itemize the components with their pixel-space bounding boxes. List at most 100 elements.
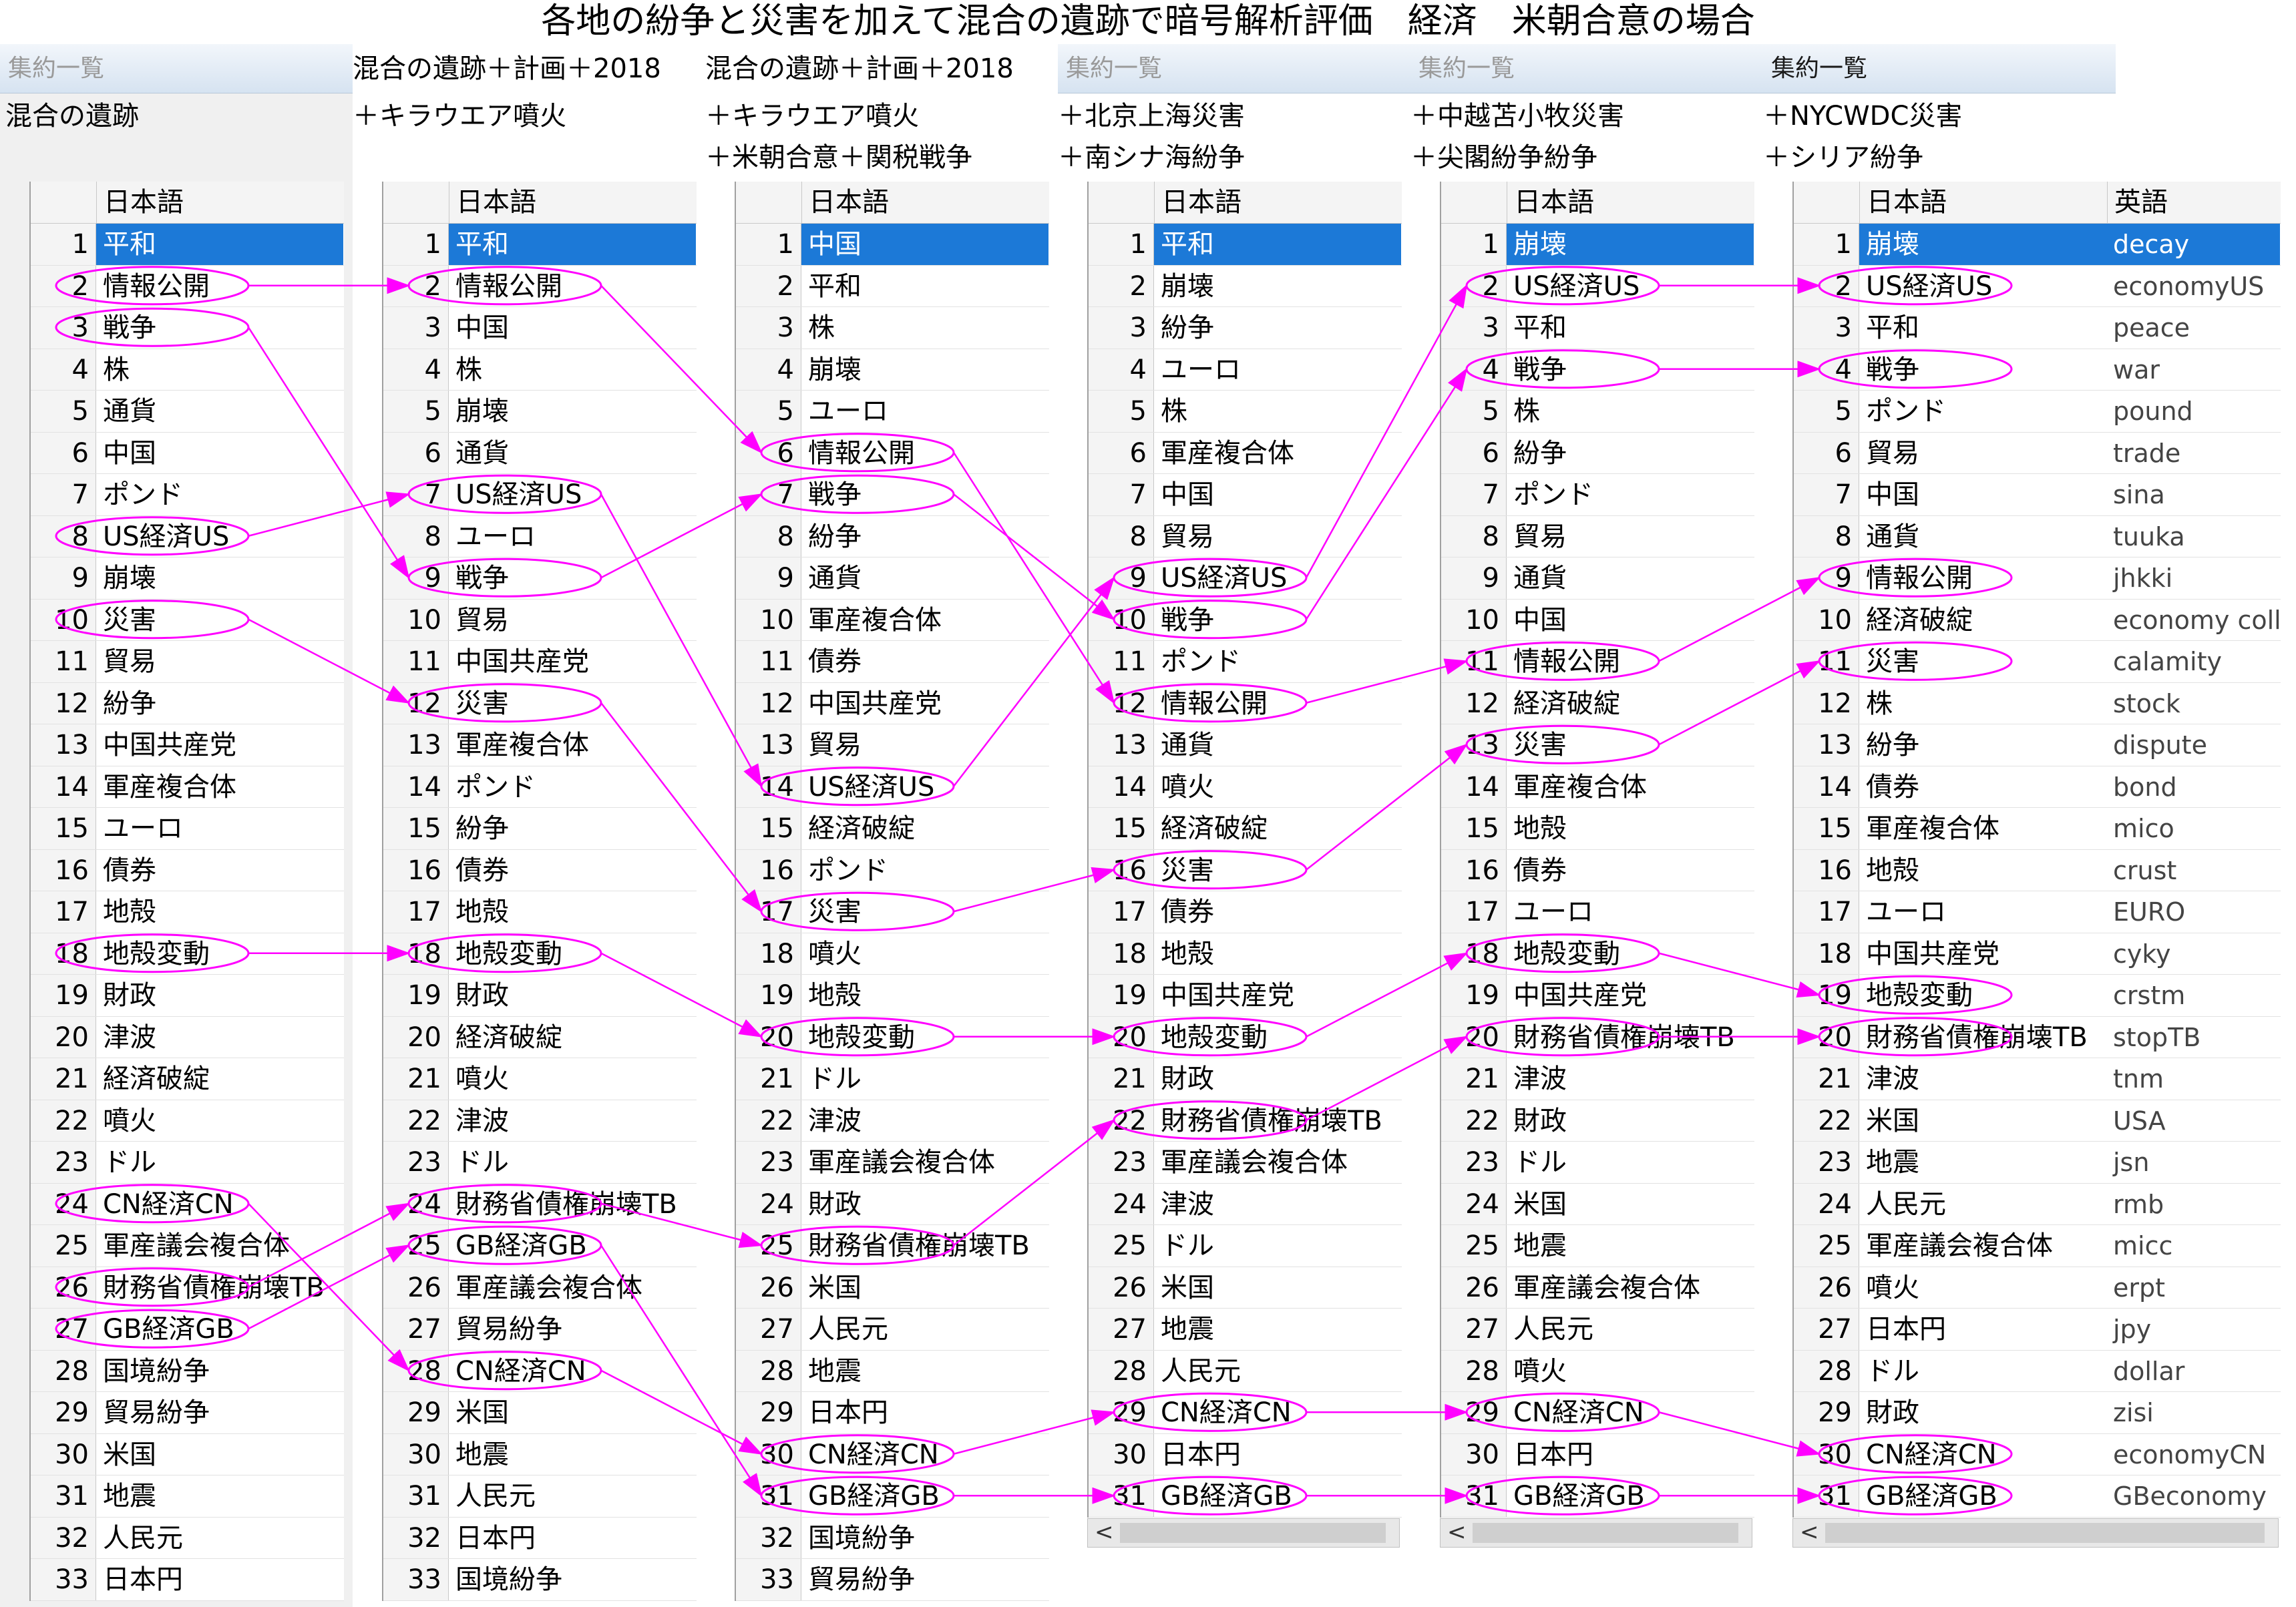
japanese-word-cell[interactable]: 貿易: [1859, 433, 2106, 474]
japanese-word-cell[interactable]: US経済US: [801, 766, 1048, 808]
japanese-word-cell[interactable]: 財務省債権崩壊TB: [1859, 1017, 2106, 1058]
table-row[interactable]: 10 貿易: [383, 599, 697, 641]
table-row[interactable]: 27 貿易紛争: [383, 1309, 697, 1351]
table-row[interactable]: 24 米国: [1441, 1183, 1754, 1225]
table-row[interactable]: 12 情報公開: [1089, 682, 1402, 724]
table-row[interactable]: 8 貿易: [1441, 515, 1754, 557]
japanese-word-cell[interactable]: ユーロ: [96, 808, 343, 849]
japanese-word-cell[interactable]: 貿易: [801, 724, 1048, 766]
japanese-word-cell[interactable]: 経済破綻: [1859, 600, 2106, 641]
japanese-word-cell[interactable]: 情報公開: [1507, 641, 1754, 682]
japanese-word-cell[interactable]: 津波: [1859, 1058, 2106, 1100]
japanese-word-cell[interactable]: 紛争: [96, 683, 343, 724]
japanese-word-cell[interactable]: 地殻: [1154, 933, 1401, 975]
table-row[interactable]: 15 経済破綻: [1089, 808, 1402, 850]
japanese-word-cell[interactable]: ポンド: [449, 766, 696, 808]
japanese-word-cell[interactable]: GB経済GB: [449, 1225, 696, 1267]
english-word-cell[interactable]: economyCN: [2106, 1434, 2280, 1475]
table-row[interactable]: 26 財務省債権崩壊TB: [31, 1267, 344, 1309]
table-row[interactable]: 20 財務省債権崩壊TB stopTB: [1794, 1016, 2281, 1058]
japanese-word-cell[interactable]: 貿易: [449, 600, 696, 641]
japanese-word-cell[interactable]: 紛争: [449, 808, 696, 849]
japanese-word-cell[interactable]: 国境紛争: [801, 1518, 1048, 1559]
japanese-word-cell[interactable]: 通貨: [1154, 724, 1401, 766]
table-row[interactable]: 27 人民元: [1441, 1309, 1754, 1351]
japanese-word-cell[interactable]: 地震: [801, 1351, 1048, 1392]
table-row[interactable]: 30 日本円: [1089, 1433, 1402, 1475]
english-word-cell[interactable]: erpt: [2106, 1267, 2280, 1309]
column-header-japanese[interactable]: 日本語: [97, 182, 344, 223]
table-row[interactable]: 21 噴火: [383, 1058, 697, 1100]
table-row[interactable]: 32 国境紛争: [736, 1517, 1049, 1559]
word-table[interactable]: 日本語 1 崩壊 2 US経済US 3 平和 4 戦争 5 株 6 紛争 7 ポンド 8 貿易 9 通貨 10 中国 11…: [1440, 182, 1754, 1518]
table-row[interactable]: 21 津波: [1441, 1058, 1754, 1100]
word-table[interactable]: 日本語 1 平和 2 崩壊 3 紛争 4 ユーロ 5 株 6 軍産複合体 7 中国 8 貿易 9 US経済US 10 戦…: [1087, 182, 1402, 1518]
japanese-word-cell[interactable]: 日本円: [1859, 1309, 2106, 1350]
table-row[interactable]: 11 債券: [736, 641, 1049, 683]
table-row[interactable]: 4 戦争: [1441, 349, 1754, 391]
japanese-word-cell[interactable]: 軍産複合体: [1154, 433, 1401, 474]
table-row[interactable]: 18 地殻変動: [1441, 933, 1754, 975]
japanese-word-cell[interactable]: 中国共産党: [1507, 975, 1754, 1016]
table-row[interactable]: 1 平和: [1089, 224, 1402, 266]
japanese-word-cell[interactable]: 紛争: [801, 516, 1048, 557]
table-row[interactable]: 13 災害: [1441, 724, 1754, 766]
table-row[interactable]: 26 軍産議会複合体: [383, 1267, 697, 1309]
japanese-word-cell[interactable]: 中国共産党: [449, 641, 696, 682]
japanese-word-cell[interactable]: 平和: [449, 224, 696, 265]
japanese-word-cell[interactable]: 地殻変動: [1154, 1017, 1401, 1058]
table-row[interactable]: 21 財政: [1089, 1058, 1402, 1100]
table-row[interactable]: 5 ユーロ: [736, 391, 1049, 433]
table-row[interactable]: 6 中国: [31, 432, 344, 474]
table-row[interactable]: 5株: [1441, 391, 1754, 433]
english-word-cell[interactable]: jhkki: [2106, 557, 2280, 599]
table-row[interactable]: 13 中国共産党: [31, 724, 344, 766]
japanese-word-cell[interactable]: 人民元: [1507, 1309, 1754, 1350]
japanese-word-cell[interactable]: 経済破綻: [1507, 683, 1754, 724]
japanese-word-cell[interactable]: 情報公開: [1859, 557, 2106, 599]
japanese-word-cell[interactable]: CN経済CN: [801, 1434, 1048, 1475]
table-row[interactable]: 18 地殻変動: [383, 933, 697, 975]
japanese-word-cell[interactable]: 貿易: [1154, 516, 1401, 557]
japanese-word-cell[interactable]: 日本円: [801, 1392, 1048, 1433]
english-word-cell[interactable]: mico: [2106, 808, 2280, 849]
english-word-cell[interactable]: jpy: [2106, 1309, 2280, 1350]
table-row[interactable]: 23 ドル: [383, 1142, 697, 1184]
japanese-word-cell[interactable]: ユーロ: [1154, 349, 1401, 391]
japanese-word-cell[interactable]: 地殻変動: [1507, 933, 1754, 975]
english-word-cell[interactable]: rmb: [2106, 1184, 2280, 1225]
japanese-word-cell[interactable]: 噴火: [1507, 1351, 1754, 1392]
table-row[interactable]: 4株: [31, 349, 344, 391]
table-row[interactable]: 24 財務省債権崩壊TB: [383, 1183, 697, 1225]
table-row[interactable]: 6 軍産複合体: [1089, 432, 1402, 474]
table-row[interactable]: 11 情報公開: [1441, 641, 1754, 683]
table-row[interactable]: 20 経済破綻: [383, 1016, 697, 1058]
japanese-word-cell[interactable]: 財務省債権崩壊TB: [449, 1184, 696, 1225]
table-row[interactable]: 11 災害 calamity: [1794, 641, 2281, 683]
word-table[interactable]: 日本語 英語 1 崩壊 decay 2 US経済US economyUS 3 平和 peace 4 戦争…: [1792, 182, 2281, 1518]
table-row[interactable]: 17 災害: [736, 891, 1049, 933]
table-row[interactable]: 4 崩壊: [736, 349, 1049, 391]
table-row[interactable]: 31 GB経済GB: [1441, 1475, 1754, 1518]
table-row[interactable]: 16 債券: [31, 849, 344, 891]
japanese-word-cell[interactable]: 貿易紛争: [801, 1559, 1048, 1600]
english-word-cell[interactable]: economyUS: [2106, 266, 2280, 307]
english-word-cell[interactable]: stock: [2106, 683, 2280, 724]
table-row[interactable]: 10 経済破綻 economy colla: [1794, 599, 2281, 641]
japanese-word-cell[interactable]: 財務省債権崩壊TB: [1507, 1017, 1754, 1058]
english-word-cell[interactable]: war: [2106, 349, 2280, 391]
scrollbar-thumb[interactable]: [1473, 1522, 1738, 1543]
table-row[interactable]: 29 CN経済CN: [1441, 1392, 1754, 1434]
japanese-word-cell[interactable]: 災害: [449, 683, 696, 724]
table-row[interactable]: 7 ポンド: [1441, 474, 1754, 516]
table-row[interactable]: 8 紛争: [736, 515, 1049, 557]
japanese-word-cell[interactable]: 戦争: [801, 474, 1048, 515]
japanese-word-cell[interactable]: CN経済CN: [1859, 1434, 2106, 1475]
table-row[interactable]: 29 財政 zisi: [1794, 1392, 2281, 1434]
japanese-word-cell[interactable]: ポンド: [1154, 641, 1401, 682]
word-table[interactable]: 日本語 1 平和 2 情報公開 3 中国 4 株 5 崩壊 6 通貨 7 US経済US 8 ユーロ 9 戦争 10 貿易…: [382, 182, 697, 1601]
table-row[interactable]: 18 噴火: [736, 933, 1049, 975]
english-word-cell[interactable]: USA: [2106, 1100, 2280, 1142]
table-row[interactable]: 15 紛争: [383, 808, 697, 850]
table-row[interactable]: 29 日本円: [736, 1392, 1049, 1434]
